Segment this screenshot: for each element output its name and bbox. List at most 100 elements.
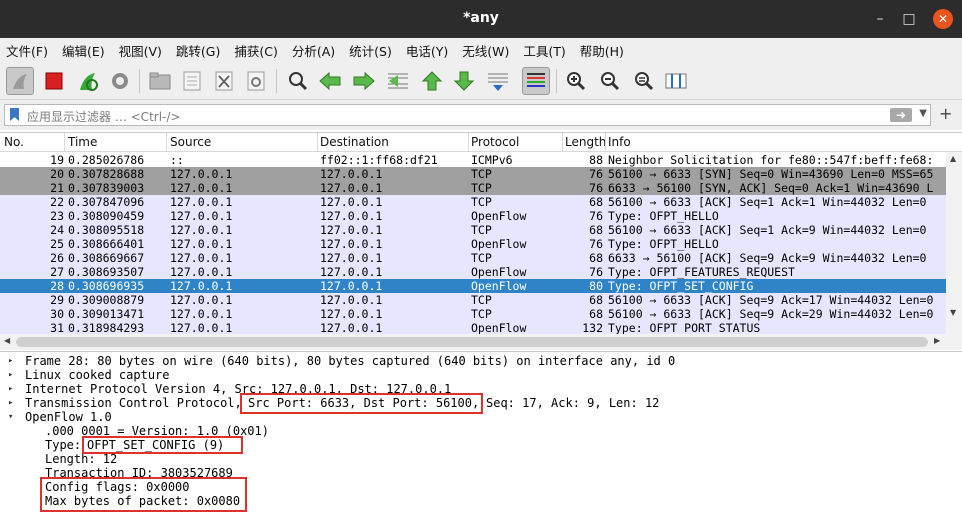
zoom-in-icon[interactable] xyxy=(562,67,590,95)
display-filter-input[interactable]: 应用显示过滤器 … <Ctrl-/> ➜ ▼ xyxy=(4,104,931,126)
packet-cell-info: 56100 → 6633 [ACK] Seq=1 Ack=9 Win=44032… xyxy=(608,223,927,237)
menu-view[interactable]: 视图(V) xyxy=(119,41,162,60)
packet-cell-time: 0.307839003 xyxy=(68,181,145,195)
packet-list-vscrollbar[interactable]: ▲ ▼ xyxy=(946,152,962,335)
window-title: *any xyxy=(463,10,499,26)
packet-row[interactable]: 26 0.308669667 127.0.0.1 127.0.0.1 TCP 68 6633… xyxy=(0,251,946,265)
packet-cell-info: 56100 → 6633 [ACK] Seq=1 Ack=1 Win=44032… xyxy=(608,195,927,209)
normal-size-icon[interactable] xyxy=(630,67,658,95)
menu-edit[interactable]: 编辑(E) xyxy=(62,41,105,60)
add-filter-button[interactable]: + xyxy=(939,104,952,123)
packet-row[interactable]: 30 0.309013471 127.0.0.1 127.0.0.1 TCP 68 5610… xyxy=(0,307,946,321)
packet-cell-length: 68 xyxy=(589,251,603,265)
packet-cell-protocol: ICMPv6 xyxy=(471,153,513,167)
annotation-box-ports xyxy=(240,393,483,414)
packet-cell-protocol: OpenFlow xyxy=(471,237,527,251)
packet-cell-time: 0.308696935 xyxy=(68,279,145,293)
scroll-right-icon[interactable]: ▶ xyxy=(934,336,940,345)
go-back-icon[interactable] xyxy=(316,67,344,95)
minimize-icon[interactable]: – xyxy=(870,9,890,29)
main-toolbar xyxy=(0,62,962,100)
scroll-down-icon[interactable]: ▼ xyxy=(950,308,956,317)
maximize-icon[interactable]: □ xyxy=(899,9,919,29)
save-file-icon[interactable] xyxy=(178,67,206,95)
menu-help[interactable]: 帮助(H) xyxy=(580,41,624,60)
col-info[interactable]: Info xyxy=(608,135,631,149)
packet-list-hscrollbar[interactable]: ◀ ▶ xyxy=(0,334,962,350)
menu-file[interactable]: 文件(F) xyxy=(6,41,48,60)
packet-cell-no: 30 xyxy=(50,307,64,321)
packet-cell-protocol: TCP xyxy=(471,251,492,265)
col-protocol[interactable]: Protocol xyxy=(471,135,519,149)
packet-cell-length: 68 xyxy=(589,307,603,321)
menu-analyze[interactable]: 分析(A) xyxy=(292,41,335,60)
go-forward-icon[interactable] xyxy=(350,67,378,95)
packet-row[interactable]: 22 0.307847096 127.0.0.1 127.0.0.1 TCP 68 5610… xyxy=(0,195,946,209)
find-packet-icon[interactable] xyxy=(284,67,312,95)
packet-cell-source: 127.0.0.1 xyxy=(170,237,233,251)
close-icon[interactable]: ✕ xyxy=(933,9,953,29)
packet-row[interactable]: 28 0.308696935 127.0.0.1 127.0.0.1 OpenFlow 8… xyxy=(0,279,946,293)
close-file-icon[interactable] xyxy=(210,67,238,95)
detail-length[interactable]: Length: 12 xyxy=(45,452,117,466)
shark-fin-start-icon[interactable] xyxy=(6,67,34,95)
packet-list: No. Time Source Destination Protocol Len… xyxy=(0,132,962,335)
col-time[interactable]: Time xyxy=(68,135,97,149)
packet-cell-source: 127.0.0.1 xyxy=(170,293,233,307)
packet-cell-time: 0.285026786 xyxy=(68,153,145,167)
filter-placeholder: 应用显示过滤器 … <Ctrl-/> xyxy=(27,110,181,124)
go-to-packet-icon[interactable] xyxy=(384,67,412,95)
packet-row[interactable]: 23 0.308090459 127.0.0.1 127.0.0.1 OpenFlow 7… xyxy=(0,209,946,223)
col-no[interactable]: No. xyxy=(4,135,24,149)
menu-telephony[interactable]: 电话(Y) xyxy=(406,41,448,60)
bookmark-icon[interactable] xyxy=(10,108,19,121)
col-destination[interactable]: Destination xyxy=(320,135,389,149)
chevron-right-icon[interactable]: ▸ xyxy=(8,396,13,410)
packet-cell-time: 0.309008879 xyxy=(68,293,145,307)
packet-cell-no: 28 xyxy=(50,279,64,293)
packet-cell-destination: 127.0.0.1 xyxy=(320,321,383,335)
packet-row[interactable]: 24 0.308095518 127.0.0.1 127.0.0.1 TCP 68 5610… xyxy=(0,223,946,237)
col-length[interactable]: Length xyxy=(565,135,606,149)
menu-capture[interactable]: 捕获(C) xyxy=(234,41,277,60)
stop-capture-icon[interactable] xyxy=(40,67,68,95)
packet-row[interactable]: 20 0.307828688 127.0.0.1 127.0.0.1 TCP 76 5610… xyxy=(0,167,946,181)
packet-cell-destination: 127.0.0.1 xyxy=(320,223,383,237)
reload-file-icon[interactable] xyxy=(242,67,270,95)
col-source[interactable]: Source xyxy=(170,135,211,149)
scroll-left-icon[interactable]: ◀ xyxy=(4,336,10,345)
menu-go[interactable]: 跳转(G) xyxy=(176,41,220,60)
hscroll-thumb[interactable] xyxy=(16,337,928,347)
packet-row[interactable]: 25 0.308666401 127.0.0.1 127.0.0.1 OpenFlow 7… xyxy=(0,237,946,251)
menu-tools[interactable]: 工具(T) xyxy=(523,41,565,60)
packet-cell-length: 76 xyxy=(589,265,603,279)
packet-cell-length: 76 xyxy=(589,209,603,223)
chevron-right-icon[interactable]: ▸ xyxy=(8,368,13,382)
zoom-out-icon[interactable] xyxy=(596,67,624,95)
chevron-right-icon[interactable]: ▸ xyxy=(8,382,13,396)
packet-row[interactable]: 21 0.307839003 127.0.0.1 127.0.0.1 TCP 76 6633… xyxy=(0,181,946,195)
packet-cell-info: 56100 → 6633 [SYN] Seq=0 Win=43690 Len=0… xyxy=(608,167,934,181)
chevron-down-icon[interactable]: ▼ xyxy=(919,108,927,119)
packet-row[interactable]: 19 0.285026786:: ff02::1:ff68:df21 ICMPv6 88… xyxy=(0,153,946,167)
resize-columns-icon[interactable] xyxy=(662,67,690,95)
chevron-right-icon[interactable]: ▸ xyxy=(8,354,13,368)
packet-row[interactable]: 27 0.308693507 127.0.0.1 127.0.0.1 OpenFlow 7… xyxy=(0,265,946,279)
capture-options-gear-icon[interactable] xyxy=(106,67,134,95)
restart-capture-icon[interactable] xyxy=(74,67,102,95)
packet-row[interactable]: 31 0.318984293 127.0.0.1 127.0.0.1 OpenFlow 1… xyxy=(0,321,946,335)
open-file-icon[interactable] xyxy=(146,67,174,95)
menu-statistics[interactable]: 统计(S) xyxy=(349,41,392,60)
last-packet-icon[interactable] xyxy=(450,67,478,95)
menu-wireless[interactable]: 无线(W) xyxy=(462,41,509,60)
chevron-down-icon[interactable]: ▾ xyxy=(8,410,13,424)
colorize-icon[interactable] xyxy=(522,67,550,95)
first-packet-icon[interactable] xyxy=(418,67,446,95)
autoscroll-icon[interactable] xyxy=(484,67,512,95)
packet-cell-length: 68 xyxy=(589,195,603,209)
packet-cell-no: 21 xyxy=(50,181,64,195)
packet-cell-source: 127.0.0.1 xyxy=(170,321,233,335)
packet-row[interactable]: 29 0.309008879 127.0.0.1 127.0.0.1 TCP 68 5610… xyxy=(0,293,946,307)
apply-filter-arrow-icon[interactable]: ➜ xyxy=(890,108,912,122)
scroll-up-icon[interactable]: ▲ xyxy=(950,154,956,163)
